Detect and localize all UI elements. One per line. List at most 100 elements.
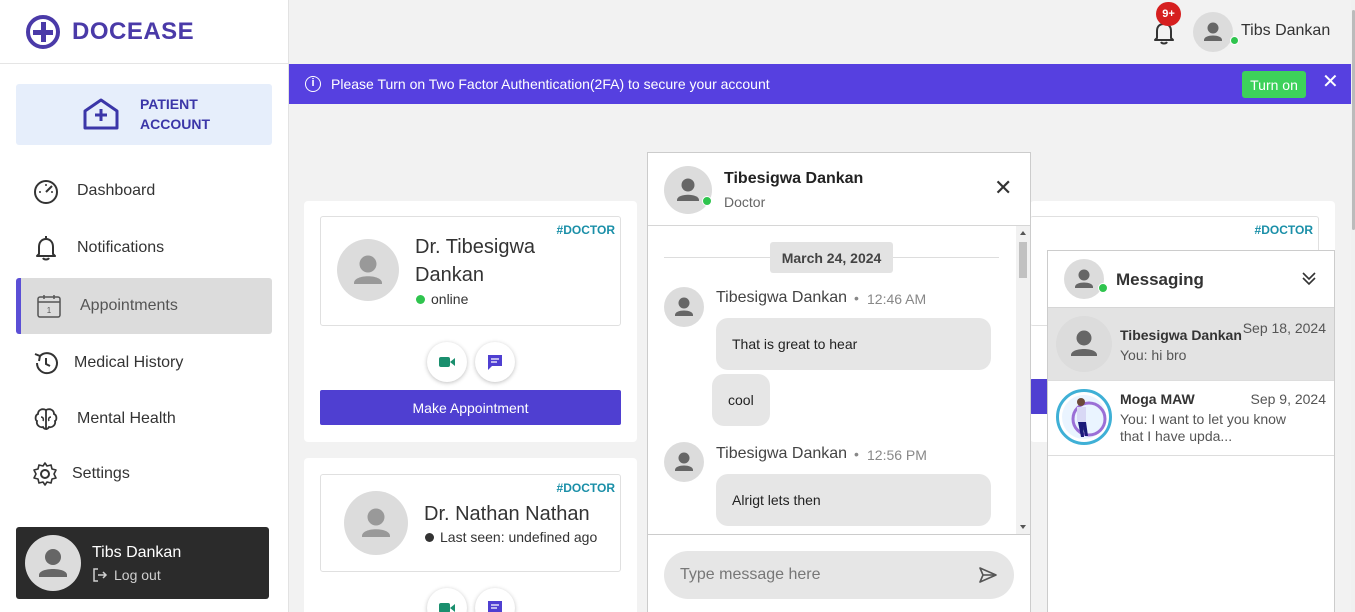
chat-button[interactable] — [475, 588, 515, 612]
messaging-panel: Messaging Tibesigwa Dankan Sep 18, 2024 … — [1047, 250, 1335, 612]
sidebar-item-appointments[interactable]: 1 Appointments — [16, 278, 272, 334]
top-header: 9+ Tibs Dankan — [289, 0, 1355, 64]
conversation-item[interactable]: Moga MAW Sep 9, 2024 You: I want to let … — [1048, 381, 1334, 456]
notification-count-badge: 9+ — [1156, 2, 1181, 26]
message-time: 12:46 AM — [867, 291, 927, 307]
account-type-label: PATIENT ACCOUNT — [140, 94, 240, 134]
make-appointment-button[interactable]: Make Appointment — [320, 390, 621, 425]
online-indicator — [1230, 36, 1239, 45]
account-type-card[interactable]: PATIENT ACCOUNT — [16, 84, 272, 145]
send-icon[interactable] — [978, 565, 998, 585]
sidebar-item-settings[interactable]: Settings — [16, 446, 272, 502]
doctor-name-line2: Dankan — [415, 264, 484, 286]
two-factor-banner: i Please Turn on Two Factor Authenticati… — [289, 64, 1351, 104]
conversation-item[interactable]: Tibesigwa Dankan Sep 18, 2024 You: hi br… — [1048, 308, 1334, 381]
doctor-card[interactable]: #DOCTOR Dr. Nathan Nathan Last seen: und… — [320, 474, 621, 572]
history-icon — [34, 352, 58, 375]
chat-bubble-icon — [488, 601, 502, 612]
doctor-status: online — [416, 291, 468, 307]
person-icon — [675, 297, 693, 316]
clinic-house-icon — [83, 98, 119, 130]
message-avatar — [664, 442, 704, 482]
avatar[interactable] — [25, 535, 81, 591]
chat-button[interactable] — [475, 342, 515, 382]
chat-header: Tibesigwa Dankan Doctor ✕ — [648, 153, 1030, 226]
sidebar-item-label: Mental Health — [77, 410, 176, 427]
medical-cross-logo-icon — [26, 14, 60, 49]
chat-scrollbar[interactable] — [1016, 226, 1030, 534]
brand[interactable]: DOCEASE — [0, 0, 288, 64]
doctor-tag: #DOCTOR — [556, 223, 615, 237]
message-bubble[interactable]: cool — [712, 374, 770, 426]
chat-composer — [648, 534, 1030, 612]
doctor-status: Last seen: undefined ago — [425, 529, 597, 545]
double-chevron-down-icon[interactable] — [1300, 269, 1318, 287]
sidebar-item-notifications[interactable]: Notifications — [16, 220, 272, 276]
messaging-title: Messaging — [1116, 270, 1204, 289]
status-text: online — [431, 291, 469, 307]
sidebar-item-label: Medical History — [74, 354, 184, 371]
logout-label: Log out — [114, 567, 161, 583]
brand-name: DOCEASE — [72, 17, 195, 45]
chat-contact-name: Tibesigwa Dankan — [724, 170, 864, 187]
chat-bubble-icon — [488, 355, 502, 370]
chat-messages[interactable]: March 24, 2024 Tibesigwa Dankan • 12:46 … — [648, 226, 1030, 534]
conversation-avatar — [1056, 316, 1112, 372]
calendar-icon: 1 — [37, 295, 61, 318]
chat-scrollbar-thumb[interactable] — [1019, 242, 1027, 278]
profile-photo-icon — [1062, 395, 1107, 439]
doctor-name: Dr. Nathan Nathan — [424, 503, 590, 525]
person-icon — [354, 255, 382, 284]
account-label-line2: ACCOUNT — [140, 116, 210, 132]
close-banner-icon[interactable]: ✕ — [1322, 71, 1339, 93]
video-camera-icon — [439, 357, 455, 367]
chat-contact-role: Doctor — [724, 194, 766, 210]
chat-window: Tibesigwa Dankan Doctor ✕ March 24, 2024… — [647, 152, 1031, 612]
messaging-header[interactable]: Messaging — [1048, 251, 1334, 308]
doctor-avatar — [337, 239, 399, 301]
scroll-up-icon[interactable] — [1016, 228, 1030, 238]
video-camera-icon — [439, 603, 455, 612]
info-icon: i — [305, 76, 321, 92]
sidebar-item-medical-history[interactable]: Medical History — [16, 335, 272, 391]
close-chat-icon[interactable]: ✕ — [994, 177, 1012, 199]
conversation-name: Moga MAW — [1120, 391, 1195, 407]
status-dot — [425, 532, 434, 542]
conversation-date: Sep 9, 2024 — [1250, 391, 1326, 407]
sidebar-item-mental-health[interactable]: Mental Health — [16, 391, 272, 447]
person-icon — [1204, 22, 1222, 41]
message-bubble[interactable]: Alrigt lets then — [716, 474, 991, 526]
header-username[interactable]: Tibs Dankan — [1241, 22, 1330, 40]
turn-on-2fa-button[interactable]: Turn on — [1242, 71, 1306, 98]
person-icon — [1071, 330, 1097, 356]
message-sender: Tibesigwa Dankan — [716, 289, 848, 306]
header-avatar[interactable] — [1193, 12, 1233, 52]
sidebar-item-label: Notifications — [77, 239, 165, 256]
account-label-line1: PATIENT — [140, 96, 198, 112]
video-call-button[interactable] — [427, 342, 467, 382]
date-label: March 24, 2024 — [770, 242, 893, 273]
dashboard-gauge-icon — [34, 180, 58, 204]
message-bubble[interactable]: That is great to hear — [716, 318, 991, 370]
avatar — [1064, 259, 1104, 299]
person-icon — [1075, 269, 1093, 288]
svg-text:1: 1 — [47, 306, 52, 315]
conversation-date: Sep 18, 2024 — [1242, 320, 1326, 336]
message-separator: • — [854, 290, 859, 306]
chat-contact-avatar — [664, 166, 712, 214]
online-indicator — [1098, 283, 1108, 293]
logout-button[interactable]: Log out — [92, 567, 161, 583]
doctor-card[interactable]: #DOCTOR Dr. Tibesigwa Dankan online — [320, 216, 621, 326]
message-separator: • — [854, 446, 859, 462]
banner-message: Please Turn on Two Factor Authentication… — [331, 76, 770, 92]
gear-icon — [33, 462, 57, 486]
video-call-button[interactable] — [427, 588, 467, 612]
doctor-panel: #DOCTOR Dr. Nathan Nathan Last seen: und… — [304, 458, 637, 612]
message-sender: Tibesigwa Dankan — [716, 445, 848, 462]
doctor-panel: #DOCTOR Dr. Tibesigwa Dankan online Make… — [304, 201, 637, 442]
conversation-preview: You: I want to let you know that I have … — [1120, 411, 1287, 444]
conversation-avatar — [1056, 389, 1112, 445]
scroll-down-icon[interactable] — [1016, 522, 1030, 532]
sidebar-item-dashboard[interactable]: Dashboard — [16, 163, 272, 219]
message-input[interactable] — [664, 551, 1014, 599]
